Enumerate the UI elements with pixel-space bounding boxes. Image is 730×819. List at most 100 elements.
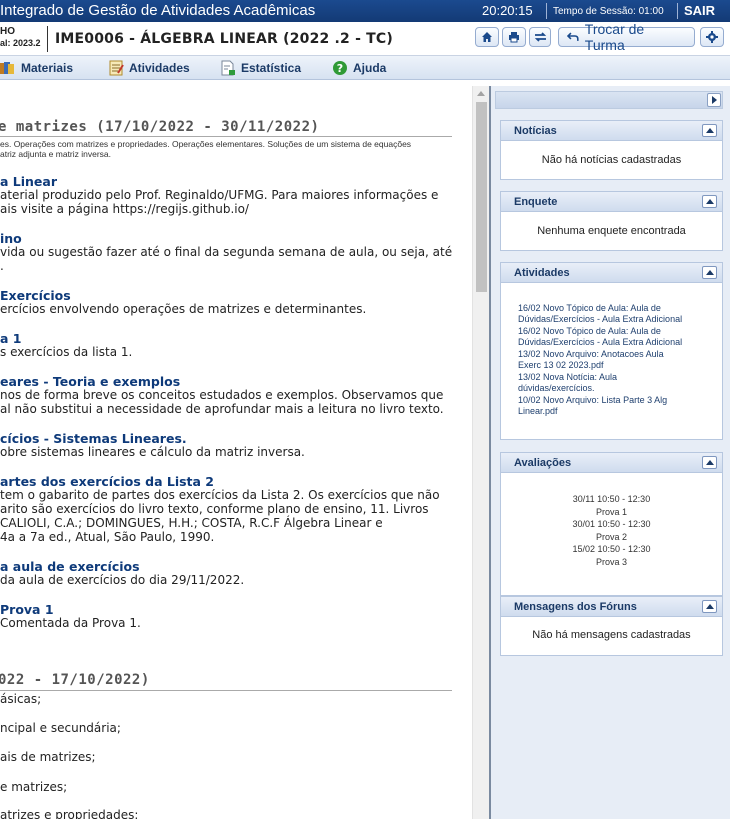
activity-item[interactable]: 10/02 Novo Arquivo: Lista Parte 3 Alg Li… — [501, 395, 722, 416]
assessment-date: 30/11 10:50 - 12:30 — [572, 494, 651, 504]
change-class-button[interactable]: Trocar de Turma — [558, 21, 695, 53]
panel-header: Atividades — [501, 263, 722, 283]
settings-button[interactable] — [700, 27, 724, 47]
activity-text: Dúvidas/Exercícios - Aula Extra Adiciona… — [518, 336, 683, 347]
activity-text: 16/02 Novo Tópico de Aula: Aula de — [518, 303, 661, 313]
material-link[interactable]: cícios - Sistemas Lineares. — [0, 431, 187, 446]
material-description: vida ou sugestão fazer até o final da se… — [0, 245, 453, 273]
collapse-up-icon — [705, 270, 714, 275]
forum-messages-panel: Mensagens dos Fóruns Não há mensagens ca… — [500, 596, 723, 656]
content-scrollbar[interactable] — [472, 86, 489, 819]
separator — [546, 3, 547, 19]
topic-content-line: ncipal e secundária; — [0, 721, 121, 735]
material-link[interactable]: eares - Teoria e exemplos — [0, 374, 180, 389]
panel-toggle-button[interactable] — [702, 456, 717, 469]
print-button[interactable] — [502, 27, 526, 47]
activity-text: Dúvidas/Exercícios - Aula Extra Adiciona… — [518, 313, 683, 324]
material-link[interactable]: Exercícios — [0, 288, 71, 303]
home-icon — [482, 32, 492, 42]
change-class-label: Trocar de Turma — [584, 21, 645, 53]
gear-icon — [706, 31, 718, 43]
collapse-up-icon — [705, 199, 714, 204]
activity-item[interactable]: 16/02 Novo Tópico de Aula: Aula de Dúvid… — [501, 303, 722, 324]
panel-message: Não há notícias cadastradas — [541, 154, 682, 166]
news-panel: Notícias Não há notícias cadastradas — [500, 120, 723, 180]
material-description: s exercícios da lista 1. — [0, 345, 133, 359]
panel-toggle-button[interactable] — [702, 600, 717, 613]
panel-toggle-button[interactable] — [702, 266, 717, 279]
return-arrow-icon — [567, 32, 579, 41]
material-link[interactable]: artes dos exercícios da Lista 2 — [0, 474, 214, 489]
user-period: al: 2023.2 — [0, 38, 41, 48]
panel-header: Notícias — [501, 121, 722, 141]
user-name: HO — [0, 26, 15, 37]
activity-item[interactable]: 16/02 Novo Tópico de Aula: Aula de Dúvid… — [501, 326, 722, 347]
material-link[interactable]: a aula de exercícios — [0, 559, 140, 574]
activity-text: Linear.pdf — [518, 405, 558, 416]
panel-toggle-button[interactable] — [702, 124, 717, 137]
menu-atividades[interactable]: Atividades — [108, 60, 190, 76]
material-link[interactable]: ino — [0, 231, 22, 246]
material-description: tem o gabarito de partes dos exercícios … — [0, 488, 440, 544]
assessments-panel: Avaliações 30/11 10:50 - 12:30 Prova 1 3… — [500, 452, 723, 596]
activity-item[interactable]: 13/02 Novo Arquivo: Anotacoes Aula Exerc… — [501, 349, 722, 370]
printer-icon — [509, 32, 519, 43]
topic-description-line: es. Operações com matrizes e propriedade… — [0, 139, 412, 149]
scrollbar-thumb[interactable] — [476, 102, 487, 292]
menu-materiais[interactable]: Materiais — [0, 60, 73, 76]
panel-title: Atividades — [514, 267, 570, 279]
activity-text: 13/02 Novo Arquivo: Anotacoes Aula — [518, 349, 664, 359]
menu-ajuda[interactable]: ? Ajuda — [332, 60, 386, 76]
material-description: da aula de exercícios do dia 29/11/2022. — [0, 573, 245, 587]
assessment-date: 30/01 10:50 - 12:30 — [572, 519, 651, 529]
chevron-right-icon — [712, 96, 717, 104]
collapse-up-icon — [705, 460, 714, 465]
panel-header: Enquete — [501, 192, 722, 212]
system-top-bar: Integrado de Gestão de Atividades Acadêm… — [0, 0, 730, 22]
activity-text: Exerc 13 02 2023.pdf — [518, 359, 604, 370]
system-title: Integrado de Gestão de Atividades Acadêm… — [0, 2, 316, 19]
session-timer: Tempo de Sessão: 01:00 — [553, 6, 664, 17]
topic-content-line: e matrizes; — [0, 780, 68, 794]
material-link[interactable]: a 1 — [0, 331, 21, 346]
swap-arrows-icon — [534, 32, 546, 42]
panel-title: Mensagens dos Fóruns — [514, 601, 637, 613]
menu-label: Materiais — [21, 61, 74, 75]
panel-title: Enquete — [514, 196, 558, 208]
poll-panel: Enquete Nenhuma enquete encontrada — [500, 191, 723, 251]
topic-title: 022 - 17/10/2022) — [0, 672, 150, 688]
assessment-name: Prova 3 — [595, 556, 628, 567]
menu-label: Estatística — [241, 61, 302, 75]
home-button[interactable] — [475, 27, 499, 47]
sidebar: Notícias Não há notícias cadastradas Enq… — [491, 86, 730, 819]
assessment-item: 30/11 10:50 - 12:30 Prova 1 — [501, 493, 722, 518]
menu-bar: Materiais Atividades Estatística ? Ajuda — [0, 56, 730, 80]
sidebar-top-strip — [495, 91, 723, 109]
scroll-up-arrow[interactable] — [477, 91, 485, 96]
svg-text:?: ? — [337, 62, 343, 75]
topic-content-line: ais de matrizes; — [0, 750, 96, 764]
panel-header: Avaliações — [501, 453, 722, 473]
header-divider — [47, 26, 48, 52]
assessment-name: Prova 2 — [595, 531, 628, 542]
material-link[interactable]: a Linear — [0, 174, 57, 189]
topic-description-line: atriz adjunta e matriz inversa. — [0, 149, 112, 159]
assessment-date: 15/02 10:50 - 12:30 — [572, 544, 651, 554]
menu-estatistica[interactable]: Estatística — [220, 60, 301, 76]
sidebar-collapse-button[interactable] — [707, 93, 721, 107]
assessment-item: 15/02 10:50 - 12:30 Prova 3 — [501, 543, 722, 568]
panel-message: Nenhuma enquete encontrada — [537, 225, 686, 237]
menu-label: Atividades — [129, 61, 190, 75]
material-link[interactable]: Prova 1 — [0, 602, 54, 617]
collapse-up-icon — [705, 604, 714, 609]
topic-divider — [0, 690, 452, 691]
topic-title: e matrizes (17/10/2022 - 30/11/2022) — [0, 119, 320, 135]
activity-item[interactable]: 13/02 Nova Notícia: Aula dúvidas/exercíc… — [501, 372, 722, 393]
topics-content: e matrizes (17/10/2022 - 30/11/2022) es.… — [0, 86, 472, 819]
course-title: IME0006 - ÁLGEBRA LINEAR (2022 .2 - TC) — [55, 31, 393, 47]
logout-button[interactable]: SAIR — [684, 3, 715, 18]
topic-content-line: atrizes e propriedades; — [0, 808, 139, 819]
panel-toggle-button[interactable] — [702, 195, 717, 208]
switch-button[interactable] — [529, 27, 551, 47]
help-icon: ? — [333, 61, 347, 75]
